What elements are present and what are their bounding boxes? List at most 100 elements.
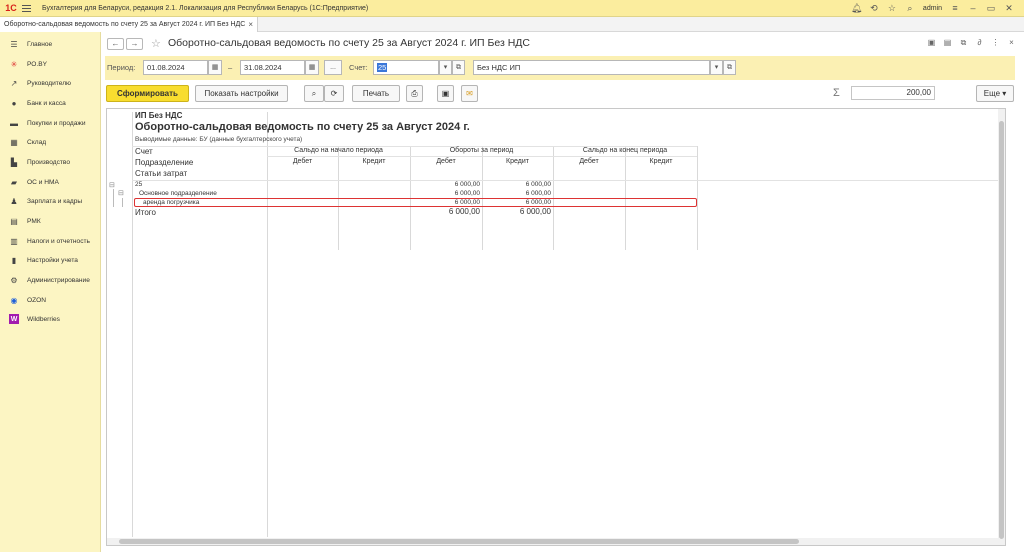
generate-button[interactable]: Сформировать: [106, 85, 189, 102]
total-cell: 6 000,00: [448, 207, 480, 216]
search-icon[interactable]: ⌕: [905, 3, 915, 14]
table-cell: 6 000,00: [525, 190, 551, 197]
save-icon[interactable]: ▣: [927, 38, 936, 48]
sidebar-item-salary[interactable]: ♟ Зарплата и кадры: [0, 193, 101, 209]
tab-label: Оборотно-сальдовая ведомость по счету 25…: [4, 21, 246, 28]
favorite-star-icon[interactable]: ☆: [151, 37, 161, 50]
report-title: Оборотно-сальдовая ведомость по счету 25…: [135, 121, 470, 133]
save-button[interactable]: ▣: [437, 85, 454, 102]
close-window-icon[interactable]: ✕: [1004, 3, 1014, 14]
search-refresh-button[interactable]: ⟳: [324, 85, 344, 102]
notifications-icon[interactable]: 🔔︎: [851, 3, 862, 14]
more-icon[interactable]: ⋮: [991, 38, 1000, 48]
minimize-icon[interactable]: –: [968, 3, 978, 13]
date-to-input[interactable]: 31.08.2024: [240, 60, 305, 75]
tree-line: [122, 198, 123, 207]
table-cell: 6 000,00: [454, 199, 480, 206]
sidebar-item-taxes[interactable]: ▥ Налоги и отчетность: [0, 233, 101, 249]
grid-line: [697, 146, 698, 250]
sub-header-credit: Кредит: [506, 158, 529, 165]
table-cell: 6 000,00: [525, 199, 551, 206]
sidebar-item-warehouse[interactable]: ▦ Склад: [0, 134, 101, 150]
email-button[interactable]: ✉: [461, 85, 478, 102]
report-spreadsheet[interactable]: ⊟ ⊟ ИП Без НДС Оборотно-сальдовая ведомо…: [106, 108, 1006, 546]
total-label: Итого: [135, 208, 156, 217]
sidebar-item-main[interactable]: ☰ Главное: [0, 36, 101, 52]
history-icon[interactable]: ⟲: [869, 3, 879, 14]
scroll-thumb[interactable]: [999, 121, 1004, 539]
cart-icon: ▬: [10, 118, 18, 128]
envelope-icon: ✉: [466, 89, 473, 98]
row-header-department: Подразделение: [135, 158, 194, 167]
link-icon[interactable]: ∂: [975, 38, 984, 48]
organization-input[interactable]: Без НДС ИП: [473, 60, 710, 75]
group-header-turnover: Обороты за период: [449, 147, 514, 154]
form-title: Оборотно-сальдовая ведомость по счету 25…: [168, 37, 531, 49]
account-value: 25: [377, 63, 388, 72]
sum-icon: Σ: [833, 87, 840, 99]
sub-header-debit: Дебет: [292, 158, 313, 165]
account-input[interactable]: 25: [373, 60, 439, 75]
preview-icon: ⎙: [411, 89, 418, 98]
settings-menu-icon[interactable]: ≡: [950, 3, 960, 13]
tax-icon: ▥: [10, 236, 18, 246]
row-header-account: Счет: [135, 147, 153, 156]
sidebar-item-manager[interactable]: ↗ Руководителю: [0, 75, 101, 91]
sidebar-item-rmk[interactable]: ▤ РМК: [0, 213, 101, 229]
organization-dropdown-icon[interactable]: ▾: [710, 60, 723, 75]
sidebar-item-admin[interactable]: ⚙ Администрирование: [0, 272, 101, 288]
organization-open-icon[interactable]: ⧉: [723, 60, 736, 75]
show-settings-button[interactable]: Показать настройки: [195, 85, 288, 102]
sidebar-item-wildberries[interactable]: W Wildberries: [0, 311, 101, 327]
disk-icon: ▣: [441, 89, 450, 98]
date-to-calendar-icon[interactable]: ▦: [305, 60, 319, 75]
print-button[interactable]: Печать: [352, 85, 400, 102]
sidebar-item-bank[interactable]: ● Банк и касса: [0, 95, 101, 111]
table-cell: 6 000,00: [525, 181, 551, 188]
sum-field: 200,00: [851, 86, 935, 100]
vertical-scrollbar[interactable]: [998, 109, 1005, 545]
account-open-icon[interactable]: ⧉: [452, 60, 465, 75]
tree-line: [113, 189, 114, 207]
1c-logo: 1С: [5, 3, 17, 13]
date-from-input[interactable]: 01.08.2024: [143, 60, 208, 75]
back-button[interactable]: ←: [107, 38, 124, 50]
date-separator: –: [228, 63, 233, 72]
horizontal-scrollbar[interactable]: [107, 538, 1000, 545]
sidebar-item-production[interactable]: ▙ Производство: [0, 154, 101, 170]
preview-button[interactable]: ⎙: [406, 85, 423, 102]
collapse-icon[interactable]: ⊟: [109, 181, 115, 189]
account-dropdown-icon[interactable]: ▾: [439, 60, 452, 75]
collapse-icon[interactable]: ⊟: [118, 189, 124, 197]
date-from-calendar-icon[interactable]: ▦: [208, 60, 222, 75]
app-title: Бухгалтерия для Беларуси, редакция 2.1. …: [42, 4, 369, 12]
grid-line: [267, 156, 697, 157]
maximize-icon[interactable]: ▭: [986, 3, 996, 14]
sidebar-item-assets[interactable]: ▰ ОС и НМА: [0, 174, 101, 190]
sidebar-item-ozon[interactable]: ◉ OZON: [0, 292, 101, 308]
scroll-thumb[interactable]: [119, 539, 799, 544]
close-form-icon[interactable]: ×: [1007, 38, 1016, 48]
sidebar-item-settings[interactable]: ▮ Настройки учета: [0, 252, 101, 268]
factory-icon: ▙: [10, 157, 18, 167]
sidebar-item-ro-by[interactable]: ✳ РО.BY: [0, 56, 101, 72]
print-icon[interactable]: ▤: [943, 38, 952, 48]
sidebar-item-purchases[interactable]: ▬ Покупки и продажи: [0, 115, 101, 131]
ro-by-icon: ✳: [10, 59, 18, 69]
main-menu-icon[interactable]: [22, 0, 36, 17]
tab-close-icon[interactable]: ×: [248, 20, 253, 29]
user-name[interactable]: admin: [923, 5, 942, 12]
report-output-data: Выводимые данные: БУ (данные бухгалтерск…: [135, 136, 303, 143]
warehouse-icon: ▦: [10, 137, 18, 147]
favorites-icon[interactable]: ☆: [887, 3, 897, 14]
sub-header-credit: Кредит: [362, 158, 386, 165]
more-button[interactable]: Еще ▾: [976, 85, 1014, 102]
tab-report[interactable]: Оборотно-сальдовая ведомость по счету 25…: [0, 17, 258, 32]
copy-icon[interactable]: ⧉: [959, 38, 968, 48]
main-area: ← → ☆ Оборотно-сальдовая ведомость по сч…: [101, 32, 1024, 552]
document-icon: ▮: [11, 255, 17, 265]
period-select-button[interactable]: ...: [324, 60, 342, 75]
search-button[interactable]: ⌕: [304, 85, 324, 102]
report-org: ИП Без НДС: [135, 111, 183, 120]
forward-button[interactable]: →: [126, 38, 143, 50]
